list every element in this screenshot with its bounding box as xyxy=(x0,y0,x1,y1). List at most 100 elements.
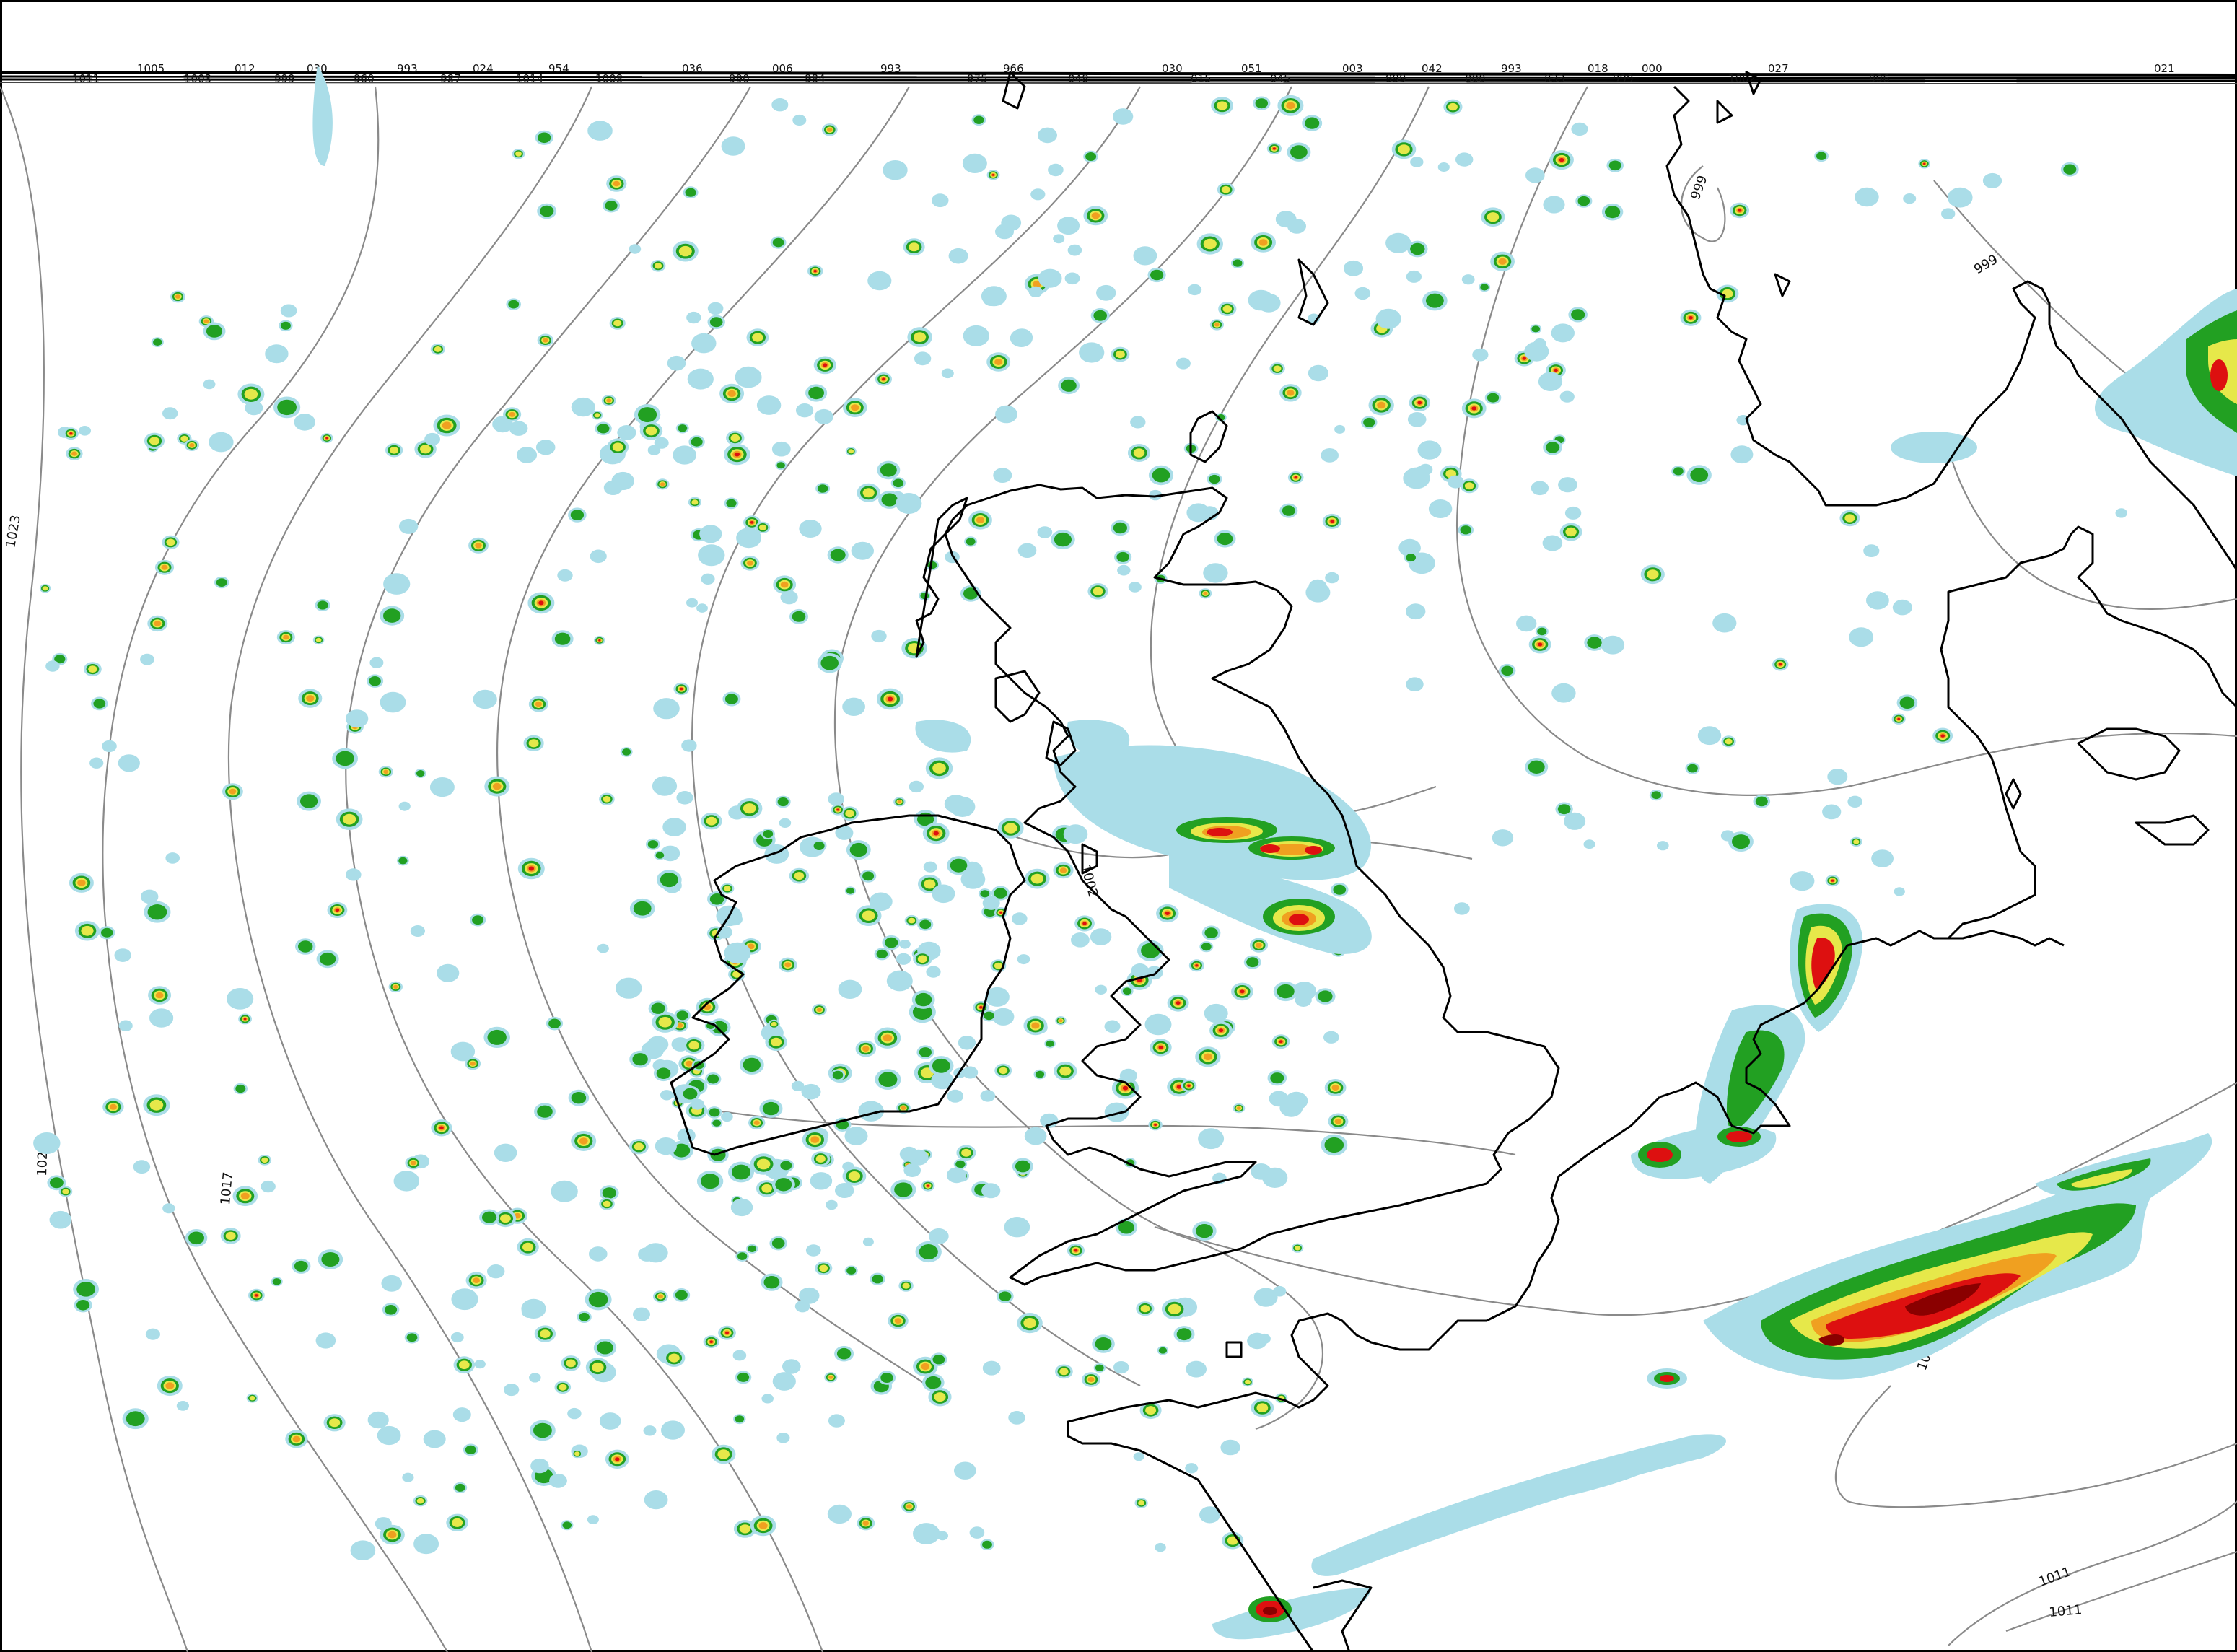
top-isobar-label: 966 xyxy=(1003,62,1024,75)
top-isobar-label: 027 xyxy=(1768,62,1789,75)
shower-cell xyxy=(763,1276,780,1289)
shower-cell xyxy=(1113,1361,1129,1374)
shower-cell xyxy=(982,1360,1001,1376)
shower-cell xyxy=(597,943,609,953)
shower-cell xyxy=(154,621,162,626)
shower-cell xyxy=(963,325,990,346)
shower-cell xyxy=(88,665,97,673)
shower-cell xyxy=(1273,365,1282,372)
shower-cell xyxy=(554,632,571,645)
shower-cell xyxy=(946,1167,967,1184)
top-isobar-label: 990 xyxy=(729,72,750,85)
shower-cell xyxy=(901,1106,906,1110)
shower-cell xyxy=(735,366,762,388)
shower-cell xyxy=(1216,101,1228,110)
shower-cell xyxy=(1406,554,1416,562)
top-isobar-label: 006 xyxy=(772,62,793,75)
shower-cell xyxy=(235,1084,246,1093)
shower-cell xyxy=(658,1017,672,1028)
shower-cell xyxy=(189,443,195,447)
shower-cell xyxy=(147,904,167,920)
shower-cell xyxy=(346,868,362,881)
shower-cell xyxy=(999,1291,1012,1301)
shower-cell xyxy=(420,445,432,454)
shower-cell xyxy=(668,1353,680,1363)
top-isobar-label: 999 xyxy=(1613,72,1634,85)
shower-cell xyxy=(1417,401,1422,405)
top-isobar-label: 984 xyxy=(805,72,826,85)
shower-cell xyxy=(772,1372,796,1391)
shower-cell xyxy=(1240,989,1245,994)
shower-cell xyxy=(771,1037,782,1046)
top-isobar-label: 042 xyxy=(1422,62,1443,75)
shower-cell xyxy=(688,1041,700,1050)
shower-cell xyxy=(941,368,954,379)
shower-cell xyxy=(133,1160,151,1174)
shower-cell xyxy=(1059,1019,1063,1023)
shower-cell xyxy=(724,694,738,704)
shower-cell xyxy=(638,1247,656,1262)
top-isobar-label: 975 xyxy=(967,72,988,85)
shower-cell xyxy=(261,1180,276,1193)
shower-cell xyxy=(724,886,731,891)
shower-cell xyxy=(597,1341,613,1355)
shower-cell xyxy=(1849,627,1874,647)
top-isobar-label: 996 xyxy=(1869,72,1890,85)
shower-cell xyxy=(1738,209,1742,212)
shower-cell xyxy=(756,1158,771,1170)
shower-cell xyxy=(893,478,904,488)
shower-cell xyxy=(653,698,680,720)
shower-cell xyxy=(598,639,601,642)
shower-cell xyxy=(188,1231,204,1245)
shower-cell xyxy=(1863,544,1880,557)
shower-cell xyxy=(872,1275,883,1284)
shower-cell xyxy=(1295,993,1312,1007)
shower-cell xyxy=(377,1425,401,1446)
shower-cell xyxy=(1487,212,1500,222)
shower-cell xyxy=(216,578,227,587)
shower-cell xyxy=(393,1171,420,1192)
shower-cell xyxy=(535,701,543,707)
weather-map: 1011 1005 1003 012 999 030 960 993 987 024 1014 954… xyxy=(0,0,2237,1652)
shower-cell xyxy=(280,321,291,330)
shower-cell xyxy=(925,1376,942,1389)
shower-cell xyxy=(383,608,401,623)
shower-cell xyxy=(1152,468,1170,483)
shower-cell xyxy=(1437,162,1450,172)
shower-cell xyxy=(1516,615,1537,632)
shower-cell xyxy=(602,1187,616,1199)
shower-cell xyxy=(1605,206,1621,219)
shower-cell xyxy=(673,445,696,465)
shower-cell xyxy=(1282,505,1295,516)
shower-cell xyxy=(771,1021,777,1027)
shower-cell xyxy=(243,1018,247,1021)
shower-cell xyxy=(819,1264,828,1272)
shower-cell xyxy=(165,852,180,864)
shower-cell xyxy=(1559,390,1575,403)
shower-cell xyxy=(77,879,86,886)
shower-cell xyxy=(771,98,789,112)
shower-cell xyxy=(1017,954,1030,965)
shower-cell xyxy=(589,1246,608,1262)
shower-cell xyxy=(1522,357,1526,360)
shower-cell xyxy=(321,1252,340,1267)
shower-cell xyxy=(1406,270,1422,283)
shower-cell xyxy=(1454,902,1470,915)
shower-cell xyxy=(1554,368,1558,372)
shower-cell xyxy=(828,792,844,806)
shower-cell xyxy=(472,915,484,925)
shower-cell xyxy=(698,544,725,567)
shower-cell xyxy=(1940,734,1945,738)
shower-cell xyxy=(887,696,893,702)
shower-cell xyxy=(1492,829,1514,847)
shower-cell xyxy=(1203,238,1217,250)
shower-cell xyxy=(676,1010,688,1021)
shower-cell xyxy=(828,1375,833,1379)
shower-cell xyxy=(1012,912,1028,925)
shower-cell xyxy=(1204,927,1218,938)
shower-cell xyxy=(452,1518,463,1527)
top-isobar-band xyxy=(0,71,2237,84)
shower-cell xyxy=(1284,1091,1308,1110)
shower-cell xyxy=(947,1089,963,1103)
shower-cell xyxy=(1082,922,1087,925)
